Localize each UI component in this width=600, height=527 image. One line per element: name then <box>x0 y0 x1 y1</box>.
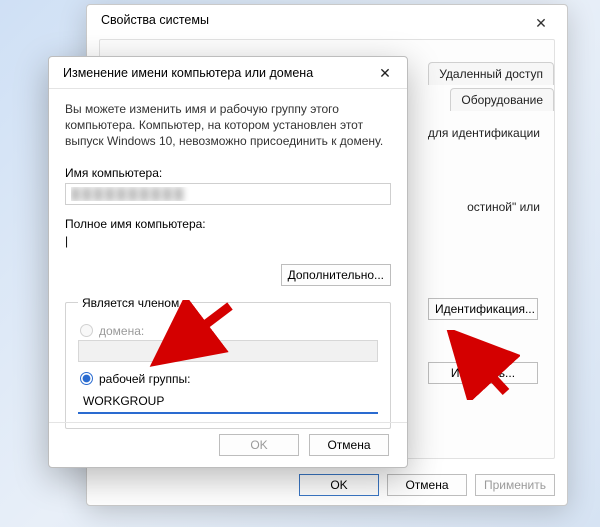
dialog-description: Вы можете изменить имя и рабочую группу … <box>65 101 391 150</box>
ok-button[interactable]: OK <box>299 474 379 496</box>
cancel-button[interactable]: Отмена <box>309 434 389 456</box>
ok-button: OK <box>219 434 299 456</box>
tab-strip: Удаленный доступ <box>428 62 554 85</box>
member-of-legend: Является членом <box>78 296 183 310</box>
domain-radio-label: домена: <box>99 324 144 338</box>
domain-radio-row: домена: <box>80 324 378 338</box>
full-computer-name-block: Полное имя компьютера: |hidden <box>65 217 391 248</box>
partial-text-example: остиной" или <box>467 200 540 214</box>
dialog-body: Вы можете изменить имя и рабочую группу … <box>49 89 407 439</box>
tab-hardware[interactable]: Оборудование <box>450 88 554 111</box>
workgroup-radio-label: рабочей группы: <box>99 372 190 386</box>
full-computer-name-label: Полное имя компьютера: <box>65 217 391 231</box>
workgroup-radio[interactable] <box>80 372 93 385</box>
system-properties-title: Свойства системы <box>87 5 567 29</box>
computer-name-input[interactable] <box>65 183 391 205</box>
identification-button[interactable]: Идентификация... <box>428 298 538 320</box>
computer-name-dialog: Изменение имени компьютера или домена ✕ … <box>48 56 408 468</box>
domain-input <box>78 340 378 362</box>
tab-strip-2: Оборудование <box>450 88 554 111</box>
dialog-title: Изменение имени компьютера или домена ✕ <box>49 57 407 89</box>
change-button[interactable]: Изменить... <box>428 362 538 384</box>
more-button[interactable]: Дополнительно... <box>281 264 391 286</box>
cancel-button[interactable]: Отмена <box>387 474 467 496</box>
full-computer-name-value: |hidden <box>65 234 391 248</box>
member-of-group: Является членом домена: рабочей группы: <box>65 296 391 429</box>
close-icon[interactable]: ✕ <box>525 11 557 35</box>
computer-name-label: Имя компьютера: <box>65 166 391 180</box>
close-icon[interactable]: ✕ <box>371 62 399 84</box>
tab-remote-access[interactable]: Удаленный доступ <box>428 62 554 85</box>
dialog-footer: OK Отмена <box>49 422 407 467</box>
system-properties-footer: OK Отмена Применить <box>87 465 567 505</box>
dialog-title-text: Изменение имени компьютера или домена <box>63 66 313 80</box>
workgroup-input[interactable] <box>78 390 378 414</box>
domain-radio <box>80 324 93 337</box>
partial-text-identification: для идентификации <box>428 126 540 140</box>
workgroup-radio-row[interactable]: рабочей группы: <box>80 372 378 386</box>
apply-button: Применить <box>475 474 555 496</box>
